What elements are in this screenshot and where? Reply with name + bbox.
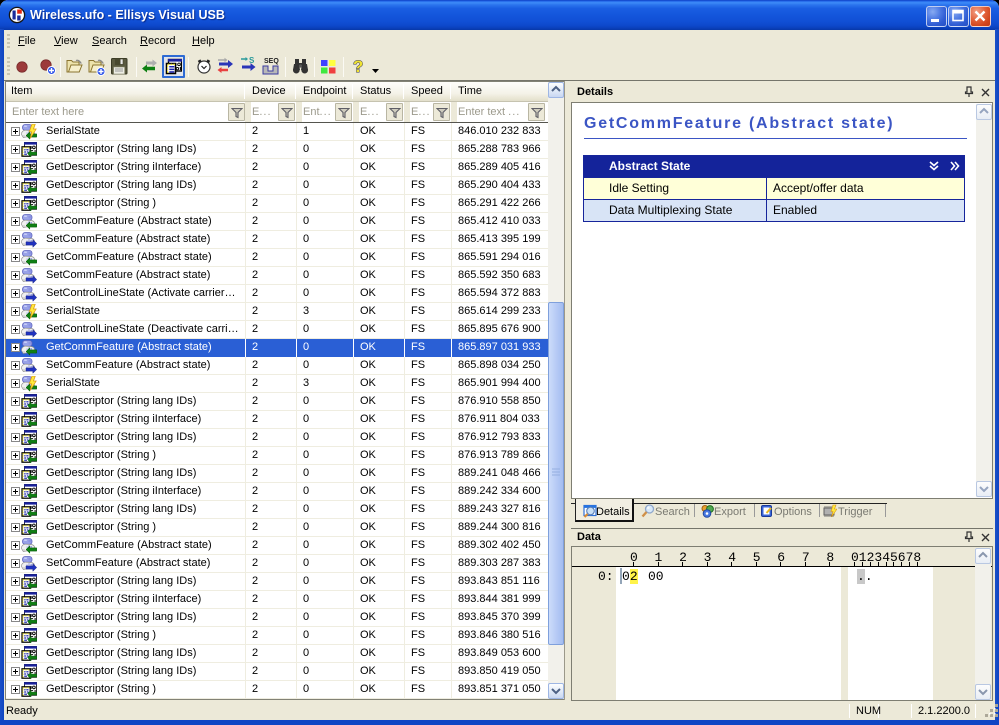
svg-text:SEQ: SEQ	[264, 58, 279, 65]
svg-text:S: S	[249, 56, 255, 65]
svg-text:?: ?	[353, 57, 363, 76]
